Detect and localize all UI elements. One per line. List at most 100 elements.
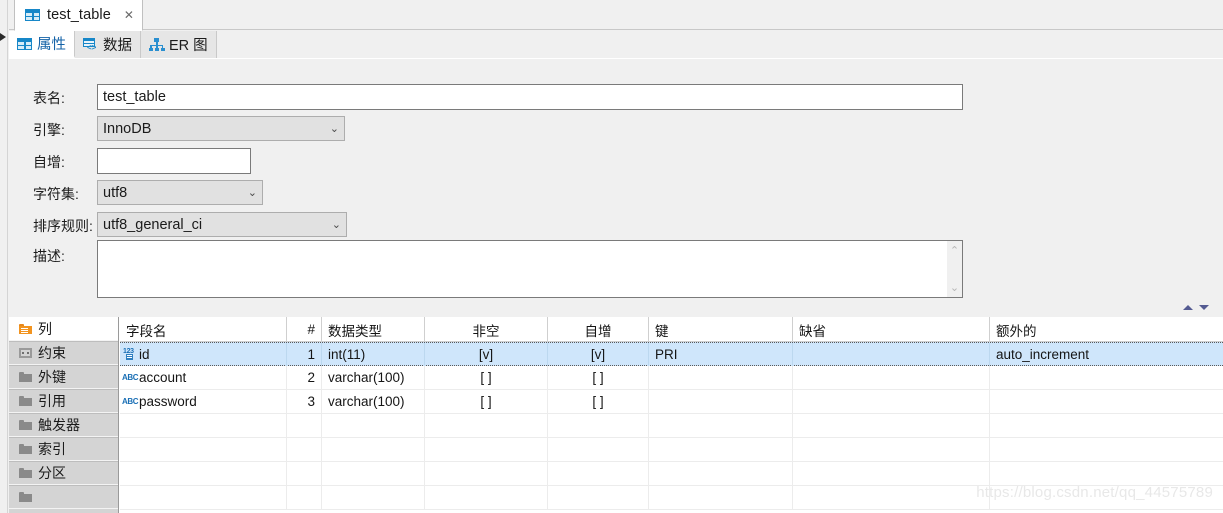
cell-default[interactable] (793, 366, 990, 389)
cell-empty[interactable] (793, 462, 990, 485)
cell-empty[interactable] (322, 462, 425, 485)
engine-select[interactable]: InnoDB ⌄ (97, 116, 345, 141)
table-row-empty[interactable] (120, 438, 1223, 462)
cell-notnull[interactable]: [ ] (425, 366, 548, 389)
cell-datatype[interactable]: varchar(100) (322, 390, 425, 413)
cell-name[interactable]: 123 id (120, 343, 287, 366)
section-collapse-controls[interactable] (1183, 305, 1209, 310)
cell-empty[interactable] (287, 414, 322, 437)
cell-extra[interactable]: auto_increment (990, 343, 1223, 366)
cell-empty[interactable] (120, 486, 287, 509)
grid-header-notnull[interactable]: 非空 (425, 317, 548, 342)
cell-empty[interactable] (322, 438, 425, 461)
grid-header-name[interactable]: 字段名 (120, 317, 287, 342)
grid-header-key[interactable]: 键 (649, 317, 793, 342)
table-row-empty[interactable] (120, 486, 1223, 510)
cell-empty[interactable] (649, 462, 793, 485)
cell-extra[interactable] (990, 390, 1223, 413)
cell-empty[interactable] (322, 486, 425, 509)
sidebar-item-3[interactable]: 外键 (9, 365, 118, 389)
cell-key[interactable] (649, 366, 793, 389)
cell-default[interactable] (793, 343, 990, 366)
cell-num[interactable]: 1 (287, 343, 322, 366)
cell-empty[interactable] (793, 486, 990, 509)
cell-autoinc[interactable]: [ ] (548, 390, 649, 413)
scroll-up-icon[interactable]: ⌃ (950, 244, 959, 257)
cell-empty[interactable] (649, 486, 793, 509)
grid-header-autoinc[interactable]: 自增 (548, 317, 649, 342)
cell-empty[interactable] (425, 462, 548, 485)
cell-empty[interactable] (120, 462, 287, 485)
sidebar-item-6[interactable]: 索引 (9, 437, 118, 461)
cell-empty[interactable] (990, 462, 1223, 485)
charset-select[interactable]: utf8 ⌄ (97, 180, 263, 205)
collapse-down-icon[interactable] (1199, 305, 1209, 310)
sidebar-item-4[interactable]: 引用 (9, 389, 118, 413)
table-row[interactable]: ABC password 3 varchar(100) [ ] [ ] (120, 390, 1223, 414)
cell-extra[interactable] (990, 366, 1223, 389)
cell-notnull[interactable]: [v] (425, 343, 548, 366)
cell-default[interactable] (793, 390, 990, 413)
cell-key[interactable] (649, 390, 793, 413)
cell-datatype[interactable]: int(11) (322, 343, 425, 366)
tab-er-diagram[interactable]: ER 图 (141, 31, 217, 58)
cell-empty[interactable] (425, 414, 548, 437)
auto-increment-input[interactable] (97, 148, 251, 174)
tab-properties[interactable]: 属性 (9, 31, 75, 58)
cell-empty[interactable] (649, 414, 793, 437)
sidebar-item-7[interactable]: 分区 (9, 461, 118, 485)
table-row[interactable]: ABC account 2 varchar(100) [ ] [ ] (120, 366, 1223, 390)
grid-header-extra[interactable]: 额外的 (990, 317, 1223, 342)
grid-header-num[interactable]: # (287, 317, 322, 342)
cell-autoinc[interactable]: [ ] (548, 366, 649, 389)
cell-num[interactable]: 2 (287, 366, 322, 389)
cell-empty[interactable] (990, 414, 1223, 437)
table-row-empty[interactable] (120, 462, 1223, 486)
cell-empty[interactable] (120, 414, 287, 437)
description-scrollbar[interactable]: ⌃ ⌄ (947, 241, 962, 297)
cell-empty[interactable] (322, 414, 425, 437)
table-row[interactable]: 123 id 1 int(11) [v] [v] PRI auto_increment (120, 342, 1223, 366)
cell-empty[interactable] (548, 486, 649, 509)
cell-empty[interactable] (120, 438, 287, 461)
cell-num[interactable]: 3 (287, 390, 322, 413)
cell-autoinc[interactable]: [v] (548, 343, 649, 366)
cell-empty[interactable] (287, 438, 322, 461)
cell-empty[interactable] (425, 486, 548, 509)
grid-header-datatype[interactable]: 数据类型 (322, 317, 425, 342)
table-row-empty[interactable] (120, 414, 1223, 438)
tab-strip-filler (216, 31, 1223, 58)
cell-name[interactable]: ABC password (120, 390, 287, 413)
cell-empty[interactable] (287, 462, 322, 485)
cell-empty[interactable] (548, 438, 649, 461)
sidebar-item-5[interactable]: 触发器 (9, 413, 118, 437)
description-value[interactable] (98, 241, 947, 297)
sidebar-item-8[interactable] (9, 485, 118, 509)
description-label: 描述: (33, 248, 65, 264)
description-textarea[interactable]: ⌃ ⌄ (97, 240, 963, 298)
cell-empty[interactable] (287, 486, 322, 509)
sidebar-item-1[interactable]: 列 (9, 317, 118, 341)
sidebar-item-2[interactable]: 约束 (9, 341, 118, 365)
cell-key[interactable]: PRI (649, 343, 793, 366)
cell-empty[interactable] (793, 438, 990, 461)
scroll-down-icon[interactable]: ⌄ (950, 281, 959, 294)
cell-empty[interactable] (548, 414, 649, 437)
collation-select[interactable]: utf8_general_ci ⌄ (97, 212, 347, 237)
cell-empty[interactable] (990, 438, 1223, 461)
tab-data[interactable]: <> 数据 (75, 31, 141, 58)
table-name-input[interactable]: test_table (97, 84, 963, 110)
expand-caret-icon[interactable] (0, 33, 6, 41)
grid-header-default[interactable]: 缺省 (793, 317, 990, 342)
editor-tab-test-table[interactable]: test_table ✕ (14, 0, 143, 31)
cell-datatype[interactable]: varchar(100) (322, 366, 425, 389)
cell-empty[interactable] (793, 414, 990, 437)
cell-empty[interactable] (649, 438, 793, 461)
cell-name[interactable]: ABC account (120, 366, 287, 389)
cell-empty[interactable] (990, 486, 1223, 509)
cell-notnull[interactable]: [ ] (425, 390, 548, 413)
close-icon[interactable]: ✕ (124, 9, 134, 21)
cell-empty[interactable] (425, 438, 548, 461)
cell-empty[interactable] (548, 462, 649, 485)
collapse-up-icon[interactable] (1183, 305, 1193, 310)
